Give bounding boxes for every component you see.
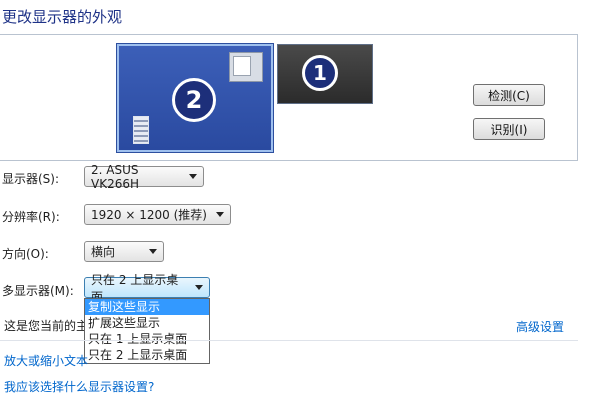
chevron-down-icon [195, 285, 203, 290]
orientation-label: 方向(O): [2, 247, 49, 261]
monitor-1-thumbnail[interactable]: 1 [277, 44, 373, 104]
monitor-2-thumbnail[interactable]: 2 [117, 44, 273, 152]
primary-display-status: 这是您当前的主 [4, 319, 89, 333]
advanced-settings-link[interactable]: 高级设置 [516, 318, 564, 335]
chevron-down-icon [189, 174, 197, 179]
gadget-thumbnail-icon [133, 116, 149, 144]
resolution-label: 分辨率(R): [2, 210, 60, 224]
option-extend[interactable]: 扩展这些显示 [85, 315, 209, 331]
detect-button[interactable]: 检测(C) [473, 84, 545, 106]
multi-display-dropdown: 复制这些显示 扩展这些显示 只在 1 上显示桌面 只在 2 上显示桌面 [84, 298, 210, 364]
window-thumbnail-icon [229, 52, 263, 82]
page-title: 更改显示器的外观 [2, 8, 123, 26]
monitor-1-number: 1 [302, 55, 338, 91]
divider [0, 340, 578, 341]
display-select-value: 2. ASUS VK266H [91, 162, 140, 191]
multi-display-select[interactable]: 只在 2 上显示桌面 [84, 273, 210, 304]
text-size-link[interactable]: 放大或缩小文本 [4, 352, 88, 369]
chevron-down-icon [216, 212, 224, 217]
display-label: 显示器(S): [2, 172, 60, 186]
monitor-2-number: 2 [172, 78, 216, 122]
option-only-2[interactable]: 只在 2 上显示桌面 [85, 347, 209, 363]
which-settings-link[interactable]: 我应该选择什么显示器设置? [4, 378, 154, 395]
display-select[interactable]: 2. ASUS VK266H [84, 163, 204, 191]
orientation-select[interactable]: 横向 [84, 241, 164, 262]
option-only-1[interactable]: 只在 1 上显示桌面 [85, 331, 209, 347]
resolution-select[interactable]: 1920 × 1200 (推荐) [84, 204, 231, 225]
option-duplicate[interactable]: 复制这些显示 [85, 299, 209, 315]
chevron-down-icon [149, 249, 157, 254]
orientation-select-value: 横向 [91, 245, 116, 259]
identify-button[interactable]: 识别(I) [473, 118, 545, 140]
resolution-select-value: 1920 × 1200 (推荐) [91, 208, 207, 222]
monitor-preview-area: 2 1 检测(C) 识别(I) [0, 34, 578, 161]
multi-display-label: 多显示器(M): [2, 284, 74, 298]
